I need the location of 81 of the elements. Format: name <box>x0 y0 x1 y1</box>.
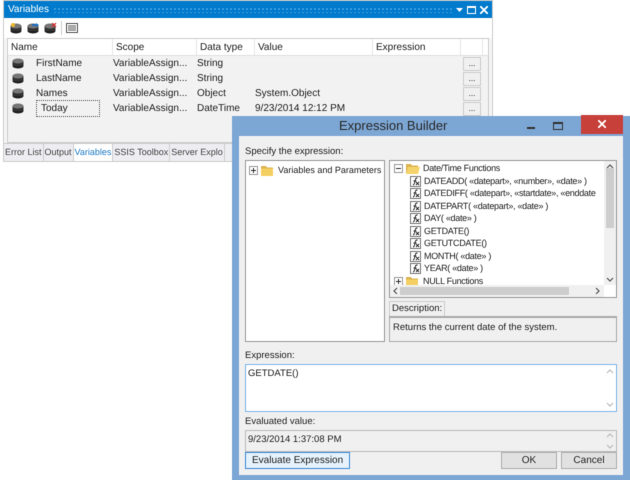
table-cell: String <box>197 73 224 84</box>
table-cell: System.Object <box>255 88 320 99</box>
scrollbar[interactable] <box>390 284 604 297</box>
table-cell: String <box>197 58 224 69</box>
function-icon <box>410 213 421 224</box>
database-icon[interactable] <box>27 22 40 34</box>
maximize-icon[interactable] <box>553 122 563 130</box>
scroll-left-icon[interactable] <box>392 287 400 294</box>
function-icon <box>410 238 421 250</box>
panel-tab[interactable]: Error List <box>4 144 44 161</box>
function-icon <box>410 250 421 262</box>
collapse-icon[interactable] <box>394 164 403 174</box>
function-item[interactable]: DAY( «date» ) <box>424 212 476 226</box>
ellipsis-button[interactable]: ... <box>463 57 481 71</box>
table-cell: VariableAssign... <box>113 58 188 69</box>
scroll-thumb[interactable] <box>606 168 614 228</box>
function-icon <box>410 263 421 274</box>
column-header[interactable]: Scope <box>116 40 144 54</box>
table-cell: Object <box>197 88 226 99</box>
column-header[interactable]: Value <box>258 40 283 54</box>
expand-icon[interactable] <box>394 276 403 286</box>
ellipsis-button[interactable]: ... <box>463 87 481 101</box>
description-text: Returns the current date of the system. <box>389 316 617 342</box>
table-cell: VariableAssign... <box>113 73 188 84</box>
folder-icon <box>261 165 275 176</box>
dialog-button[interactable]: Cancel <box>561 452 617 468</box>
table-cell: VariableAssign... <box>113 103 188 114</box>
tree-item[interactable]: Date/Time Functions <box>423 162 500 176</box>
database-icon <box>12 58 24 69</box>
table-cell-text: FirstName <box>36 57 82 71</box>
column-header[interactable]: Data type <box>200 40 243 54</box>
panel-tab[interactable]: Server Explo <box>170 144 225 161</box>
function-item[interactable]: DATEDIFF( «datepart», «startdate», «enddate <box>424 187 596 200</box>
function-item[interactable]: DATEPART( «datepart», «date» ) <box>424 200 548 213</box>
close-icon[interactable] <box>480 6 488 14</box>
function-icon <box>410 226 421 237</box>
table-cell: DateTime <box>197 103 240 114</box>
dialog-button[interactable]: OK <box>501 452 557 468</box>
scroll-right-icon[interactable] <box>594 287 602 294</box>
database-icon <box>12 103 24 114</box>
grid-icon[interactable] <box>66 23 78 33</box>
dialog-button[interactable]: Evaluate Expression <box>245 452 350 468</box>
function-item[interactable]: YEAR( «date» ) <box>424 262 483 276</box>
tree-item[interactable]: NULL Functions <box>423 274 483 288</box>
expand-icon[interactable] <box>249 166 258 176</box>
table-cell-text: LastName <box>36 72 82 86</box>
scroll-down-icon[interactable] <box>606 276 614 283</box>
panel-tab[interactable]: SSIS Toolbox <box>113 144 170 161</box>
tree-item[interactable]: Variables and Parameters <box>278 164 382 178</box>
function-item[interactable]: DATEADD( «datepart», «number», «date» ) <box>424 174 587 188</box>
table-cell: 9/23/2014 12:12 PM <box>255 103 346 114</box>
table-cell: VariableAssign... <box>113 88 188 99</box>
database-icon <box>12 73 24 84</box>
close-icon <box>598 120 606 128</box>
field-label: Specify the expression: <box>245 146 344 158</box>
ellipsis-button[interactable]: ... <box>463 102 481 116</box>
function-item[interactable]: MONTH( «date» ) <box>424 250 492 263</box>
database-icon <box>12 88 24 99</box>
column-header[interactable]: Expression <box>376 40 426 54</box>
function-item[interactable]: GETUTCDATE() <box>424 237 487 250</box>
table-cell-text: Names <box>36 87 68 101</box>
panel-title: Variables <box>8 3 49 17</box>
database-icon[interactable] <box>44 22 57 34</box>
ellipsis-button[interactable]: ... <box>463 72 481 86</box>
close-button[interactable] <box>581 114 623 134</box>
table-cell: Today <box>36 100 100 117</box>
database-icon[interactable] <box>10 22 23 34</box>
panel-tab[interactable]: Variables <box>74 144 114 161</box>
dialog-title: Expression Builder <box>339 117 448 135</box>
folder-icon <box>406 163 420 174</box>
function-item[interactable]: GETDATE() <box>424 224 470 238</box>
minimize-icon[interactable] <box>527 126 535 129</box>
scroll-thumb[interactable] <box>400 286 569 295</box>
field-label: Expression: <box>245 350 296 362</box>
dropdown-icon[interactable] <box>456 8 463 12</box>
function-icon <box>410 188 421 200</box>
field-label: Evaluated value: <box>245 416 316 428</box>
column-header[interactable]: Name <box>11 40 38 54</box>
function-icon <box>410 200 421 212</box>
function-icon <box>410 176 421 187</box>
scrollbar[interactable] <box>604 160 616 285</box>
